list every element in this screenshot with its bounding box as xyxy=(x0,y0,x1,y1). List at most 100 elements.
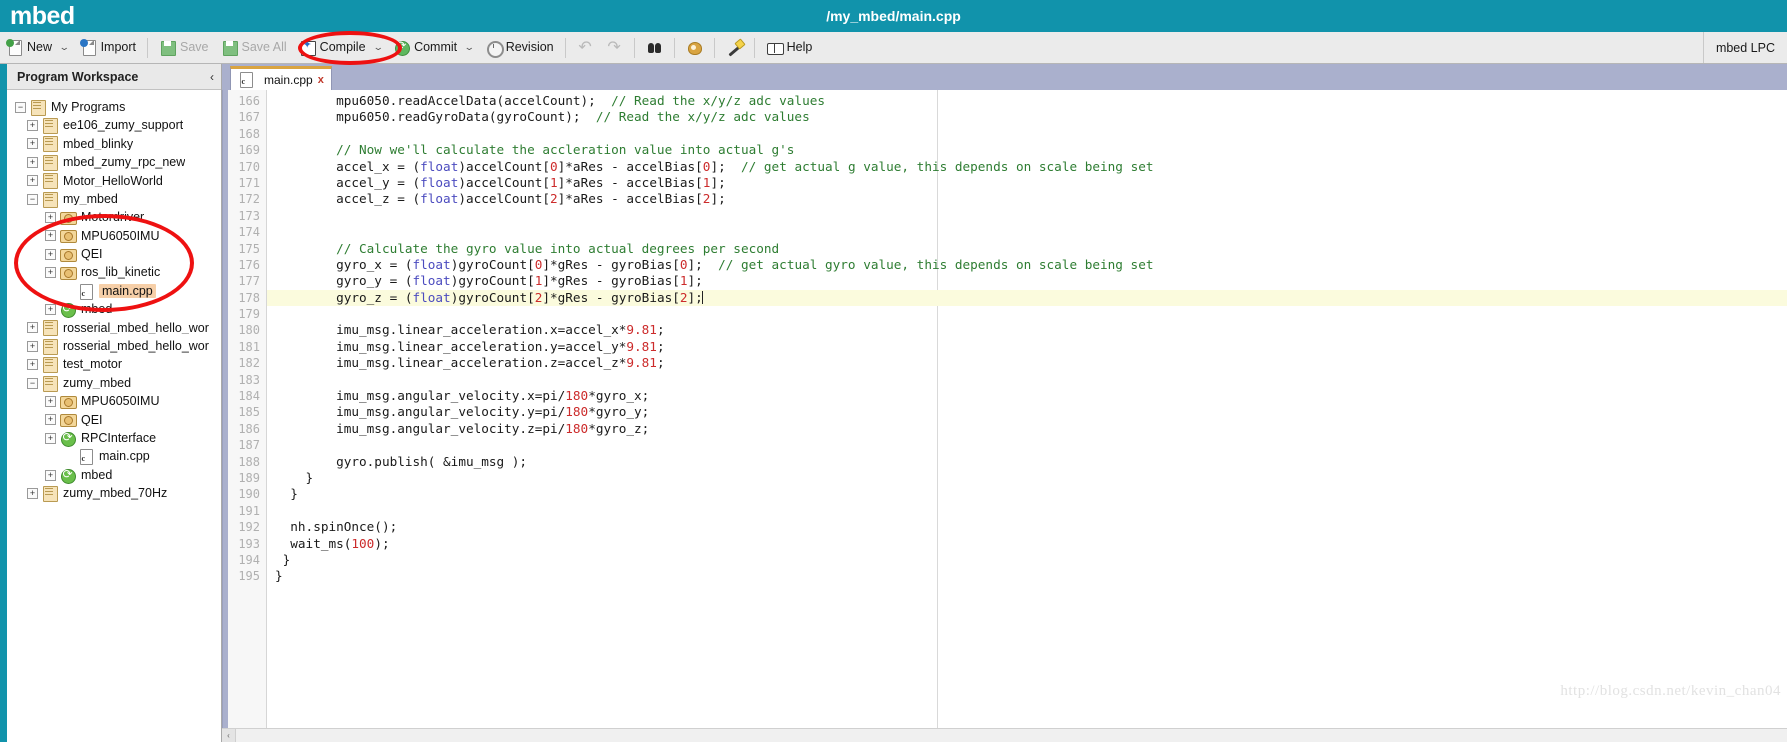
tree-node-mpu6050imu[interactable]: + MPU6050IMU xyxy=(15,227,221,245)
code-line[interactable]: gyro_y = (float)gyroCount[1]*gRes - gyro… xyxy=(267,273,1787,289)
tree-node-main-cpp[interactable]: main.cpp xyxy=(15,447,221,466)
code-line[interactable]: // Calculate the gyro value into actual … xyxy=(267,241,1787,257)
new-button[interactable]: New xyxy=(0,34,58,62)
tree-toggle-icon[interactable]: + xyxy=(45,414,56,426)
code-line[interactable]: imu_msg.angular_velocity.z=pi/180*gyro_z… xyxy=(267,421,1787,437)
save-button[interactable]: Save xyxy=(153,34,215,62)
code-content[interactable]: mpu6050.readAccelData(accelCount); // Re… xyxy=(267,90,1787,728)
code-token: imu_msg.linear_acceleration.y=accel_y* xyxy=(275,338,627,354)
tree-node-main-cpp[interactable]: main.cpp xyxy=(15,282,221,300)
code-line[interactable]: imu_msg.linear_acceleration.y=accel_y*9.… xyxy=(267,339,1787,355)
close-tab-icon[interactable]: x xyxy=(318,74,324,86)
tree-toggle-icon[interactable]: + xyxy=(27,175,38,187)
tree-toggle-icon[interactable]: + xyxy=(27,322,38,334)
code-line[interactable]: } xyxy=(267,470,1787,486)
tree-toggle-icon[interactable]: + xyxy=(27,340,38,352)
code-line[interactable]: accel_y = (float)accelCount[1]*aRes - ac… xyxy=(267,175,1787,191)
tree-toggle-icon[interactable]: + xyxy=(45,230,56,242)
import-button[interactable]: Import xyxy=(74,34,142,62)
code-line[interactable]: gyro_z = (float)gyroCount[2]*gRes - gyro… xyxy=(267,289,1787,307)
tree-node-ros-lib-kinetic[interactable]: + ros_lib_kinetic xyxy=(15,264,221,282)
tree-node-rpcinterface[interactable]: + RPCInterface xyxy=(15,429,221,447)
code-line[interactable]: // Now we'll calculate the accleration v… xyxy=(267,142,1787,158)
code-line[interactable]: imu_msg.angular_velocity.x=pi/180*gyro_x… xyxy=(267,388,1787,404)
redo-button[interactable]: ↷ xyxy=(600,34,629,62)
revision-button[interactable]: Revision xyxy=(479,34,560,62)
code-line[interactable]: } xyxy=(267,486,1787,502)
compile-button[interactable]: Compile xyxy=(293,34,372,62)
tree-node-ee106-zumy-support[interactable]: + ee106_zumy_support xyxy=(15,116,221,135)
tree-toggle-icon[interactable]: + xyxy=(27,120,38,132)
code-line[interactable] xyxy=(267,306,1787,322)
code-line[interactable] xyxy=(267,126,1787,142)
horizontal-scrollbar[interactable]: ‹ xyxy=(222,728,1787,742)
tree-node-my-programs[interactable]: − My Programs xyxy=(15,98,221,116)
code-line[interactable]: } xyxy=(267,552,1787,568)
tree-node-zumy-mbed[interactable]: − zumy_mbed xyxy=(15,374,221,392)
tree-node-qei[interactable]: + QEI xyxy=(15,245,221,263)
tree-toggle-icon[interactable]: + xyxy=(45,303,56,315)
code-line[interactable]: imu_msg.angular_velocity.y=pi/180*gyro_y… xyxy=(267,404,1787,420)
code-line[interactable]: wait_ms(100); xyxy=(267,536,1787,552)
undo-button[interactable]: ↶ xyxy=(571,34,600,62)
code-line[interactable]: gyro.publish( &imu_msg ); xyxy=(267,454,1787,470)
code-line[interactable] xyxy=(267,224,1787,240)
save-all-icon xyxy=(221,39,238,56)
code-line[interactable] xyxy=(267,208,1787,224)
tree-node-motordriver[interactable]: + Motordriver xyxy=(15,208,221,226)
tree-node-mbed-blinky[interactable]: + mbed_blinky xyxy=(15,135,221,153)
commit-button[interactable]: Commit xyxy=(387,34,463,62)
code-line[interactable]: mpu6050.readAccelData(accelCount); // Re… xyxy=(267,93,1787,109)
tree-node-mbed[interactable]: + mbed xyxy=(15,300,221,318)
tree-node-my-mbed[interactable]: − my_mbed xyxy=(15,190,221,208)
tree-toggle-icon[interactable]: + xyxy=(45,432,56,444)
tree-toggle-icon[interactable]: − xyxy=(27,377,38,389)
code-line[interactable]: nh.spinOnce(); xyxy=(267,519,1787,535)
tree-toggle-icon[interactable]: + xyxy=(27,156,38,168)
tree-node-motor-helloworld[interactable]: + Motor_HelloWorld xyxy=(15,172,221,190)
tree-toggle-icon[interactable]: + xyxy=(45,267,56,279)
tree-node-qei[interactable]: + QEI xyxy=(15,411,221,429)
code-line[interactable]: accel_z = (float)accelCount[2]*aRes - ac… xyxy=(267,191,1787,207)
code-token: )accelCount[ xyxy=(458,191,551,207)
tree-toggle-icon[interactable]: + xyxy=(27,487,38,499)
save-all-button[interactable]: Save All xyxy=(215,34,293,62)
new-dropdown-caret[interactable]: ⌄ xyxy=(54,42,77,53)
compile-dropdown-caret[interactable]: ⌄ xyxy=(368,42,391,53)
tree-node-mbed-zumy-rpc-new[interactable]: + mbed_zumy_rpc_new xyxy=(15,153,221,171)
tree-node-rosserial-mbed-hello-wor[interactable]: + rosserial_mbed_hello_wor xyxy=(15,337,221,355)
code-line[interactable] xyxy=(267,437,1787,453)
code-editor[interactable]: 166 167 168 169 170 171 172 173 174 175 176 177 178 1… xyxy=(222,90,1787,728)
tab-main-cpp[interactable]: main.cpp x xyxy=(230,66,332,90)
format-button[interactable] xyxy=(680,34,709,62)
tree-toggle-icon[interactable]: + xyxy=(45,469,56,481)
scroll-left-arrow[interactable]: ‹ xyxy=(222,729,236,742)
platform-selector[interactable]: mbed LPC xyxy=(1702,32,1787,63)
code-line[interactable]: mpu6050.readGyroData(gyroCount); // Read… xyxy=(267,109,1787,125)
code-line[interactable]: imu_msg.linear_acceleration.x=accel_x*9.… xyxy=(267,322,1787,338)
code-line[interactable] xyxy=(267,503,1787,519)
tree-toggle-icon[interactable]: − xyxy=(27,193,38,205)
tree-toggle-icon[interactable]: + xyxy=(45,212,56,224)
code-line[interactable]: gyro_x = (float)gyroCount[0]*gRes - gyro… xyxy=(267,257,1787,273)
code-line[interactable]: accel_x = (float)accelCount[0]*aRes - ac… xyxy=(267,159,1787,175)
tree-node-mbed[interactable]: + mbed xyxy=(15,466,221,484)
line-number: 177 xyxy=(238,274,260,289)
tree-node-zumy-mbed-70hz[interactable]: + zumy_mbed_70Hz xyxy=(15,484,221,502)
code-line[interactable] xyxy=(267,372,1787,388)
tree-toggle-icon[interactable]: + xyxy=(45,248,56,260)
tree-node-mpu6050imu[interactable]: + MPU6050IMU xyxy=(15,392,221,410)
code-line[interactable]: imu_msg.linear_acceleration.z=accel_z*9.… xyxy=(267,355,1787,371)
help-button[interactable]: Help xyxy=(760,34,819,62)
commit-dropdown-caret[interactable]: ⌄ xyxy=(459,42,482,53)
find-button[interactable] xyxy=(640,34,669,62)
tree-toggle-icon[interactable]: − xyxy=(15,101,26,113)
tree-toggle-icon[interactable]: + xyxy=(27,359,38,371)
tree-toggle-icon[interactable]: + xyxy=(27,138,38,150)
tree-node-rosserial-mbed-hello-wor[interactable]: + rosserial_mbed_hello_wor xyxy=(15,319,221,337)
code-line[interactable]: } xyxy=(267,568,1787,584)
wand-button[interactable] xyxy=(720,34,749,62)
tree-node-test-motor[interactable]: + test_motor xyxy=(15,355,221,374)
tree-toggle-icon[interactable]: + xyxy=(45,395,56,407)
collapse-panel-icon[interactable]: ‹ xyxy=(210,70,214,84)
